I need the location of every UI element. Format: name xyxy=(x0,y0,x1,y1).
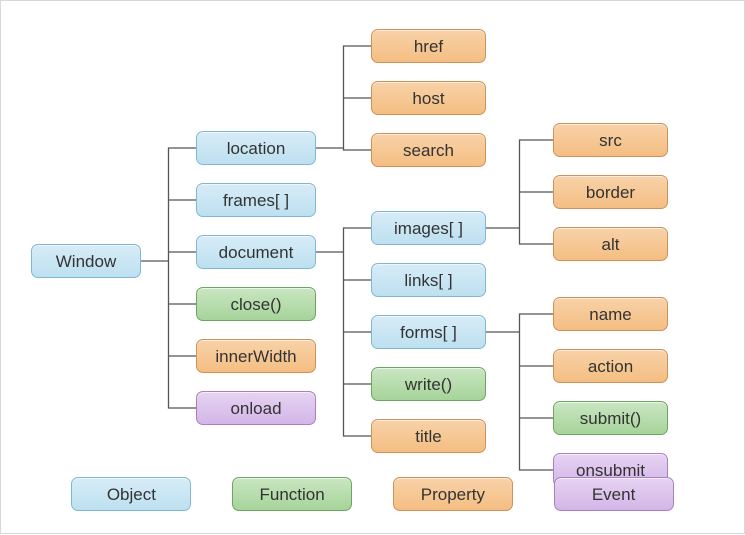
node-doc-1: links[ ] xyxy=(371,263,486,297)
node-img-2: alt xyxy=(553,227,668,261)
node-win-2: document xyxy=(196,235,316,269)
legend-object: Object xyxy=(71,477,191,511)
legend-function: Function xyxy=(232,477,352,511)
node-doc-2: forms[ ] xyxy=(371,315,486,349)
node-win-0: location xyxy=(196,131,316,165)
node-win-5: onload xyxy=(196,391,316,425)
node-loc-2: search xyxy=(371,133,486,167)
node-loc-0: href xyxy=(371,29,486,63)
node-form-2: submit() xyxy=(553,401,668,435)
legend-event: Event xyxy=(554,477,674,511)
node-loc-1: host xyxy=(371,81,486,115)
node-doc-4: title xyxy=(371,419,486,453)
node-form-0: name xyxy=(553,297,668,331)
node-win-1: frames[ ] xyxy=(196,183,316,217)
node-win-3: close() xyxy=(196,287,316,321)
legend-property: Property xyxy=(393,477,513,511)
node-win-4: innerWidth xyxy=(196,339,316,373)
node-img-0: src xyxy=(553,123,668,157)
node-window: Window xyxy=(31,244,141,278)
node-img-1: border xyxy=(553,175,668,209)
node-form-1: action xyxy=(553,349,668,383)
legend: Object Function Property Event xyxy=(1,477,744,511)
node-doc-0: images[ ] xyxy=(371,211,486,245)
node-doc-3: write() xyxy=(371,367,486,401)
